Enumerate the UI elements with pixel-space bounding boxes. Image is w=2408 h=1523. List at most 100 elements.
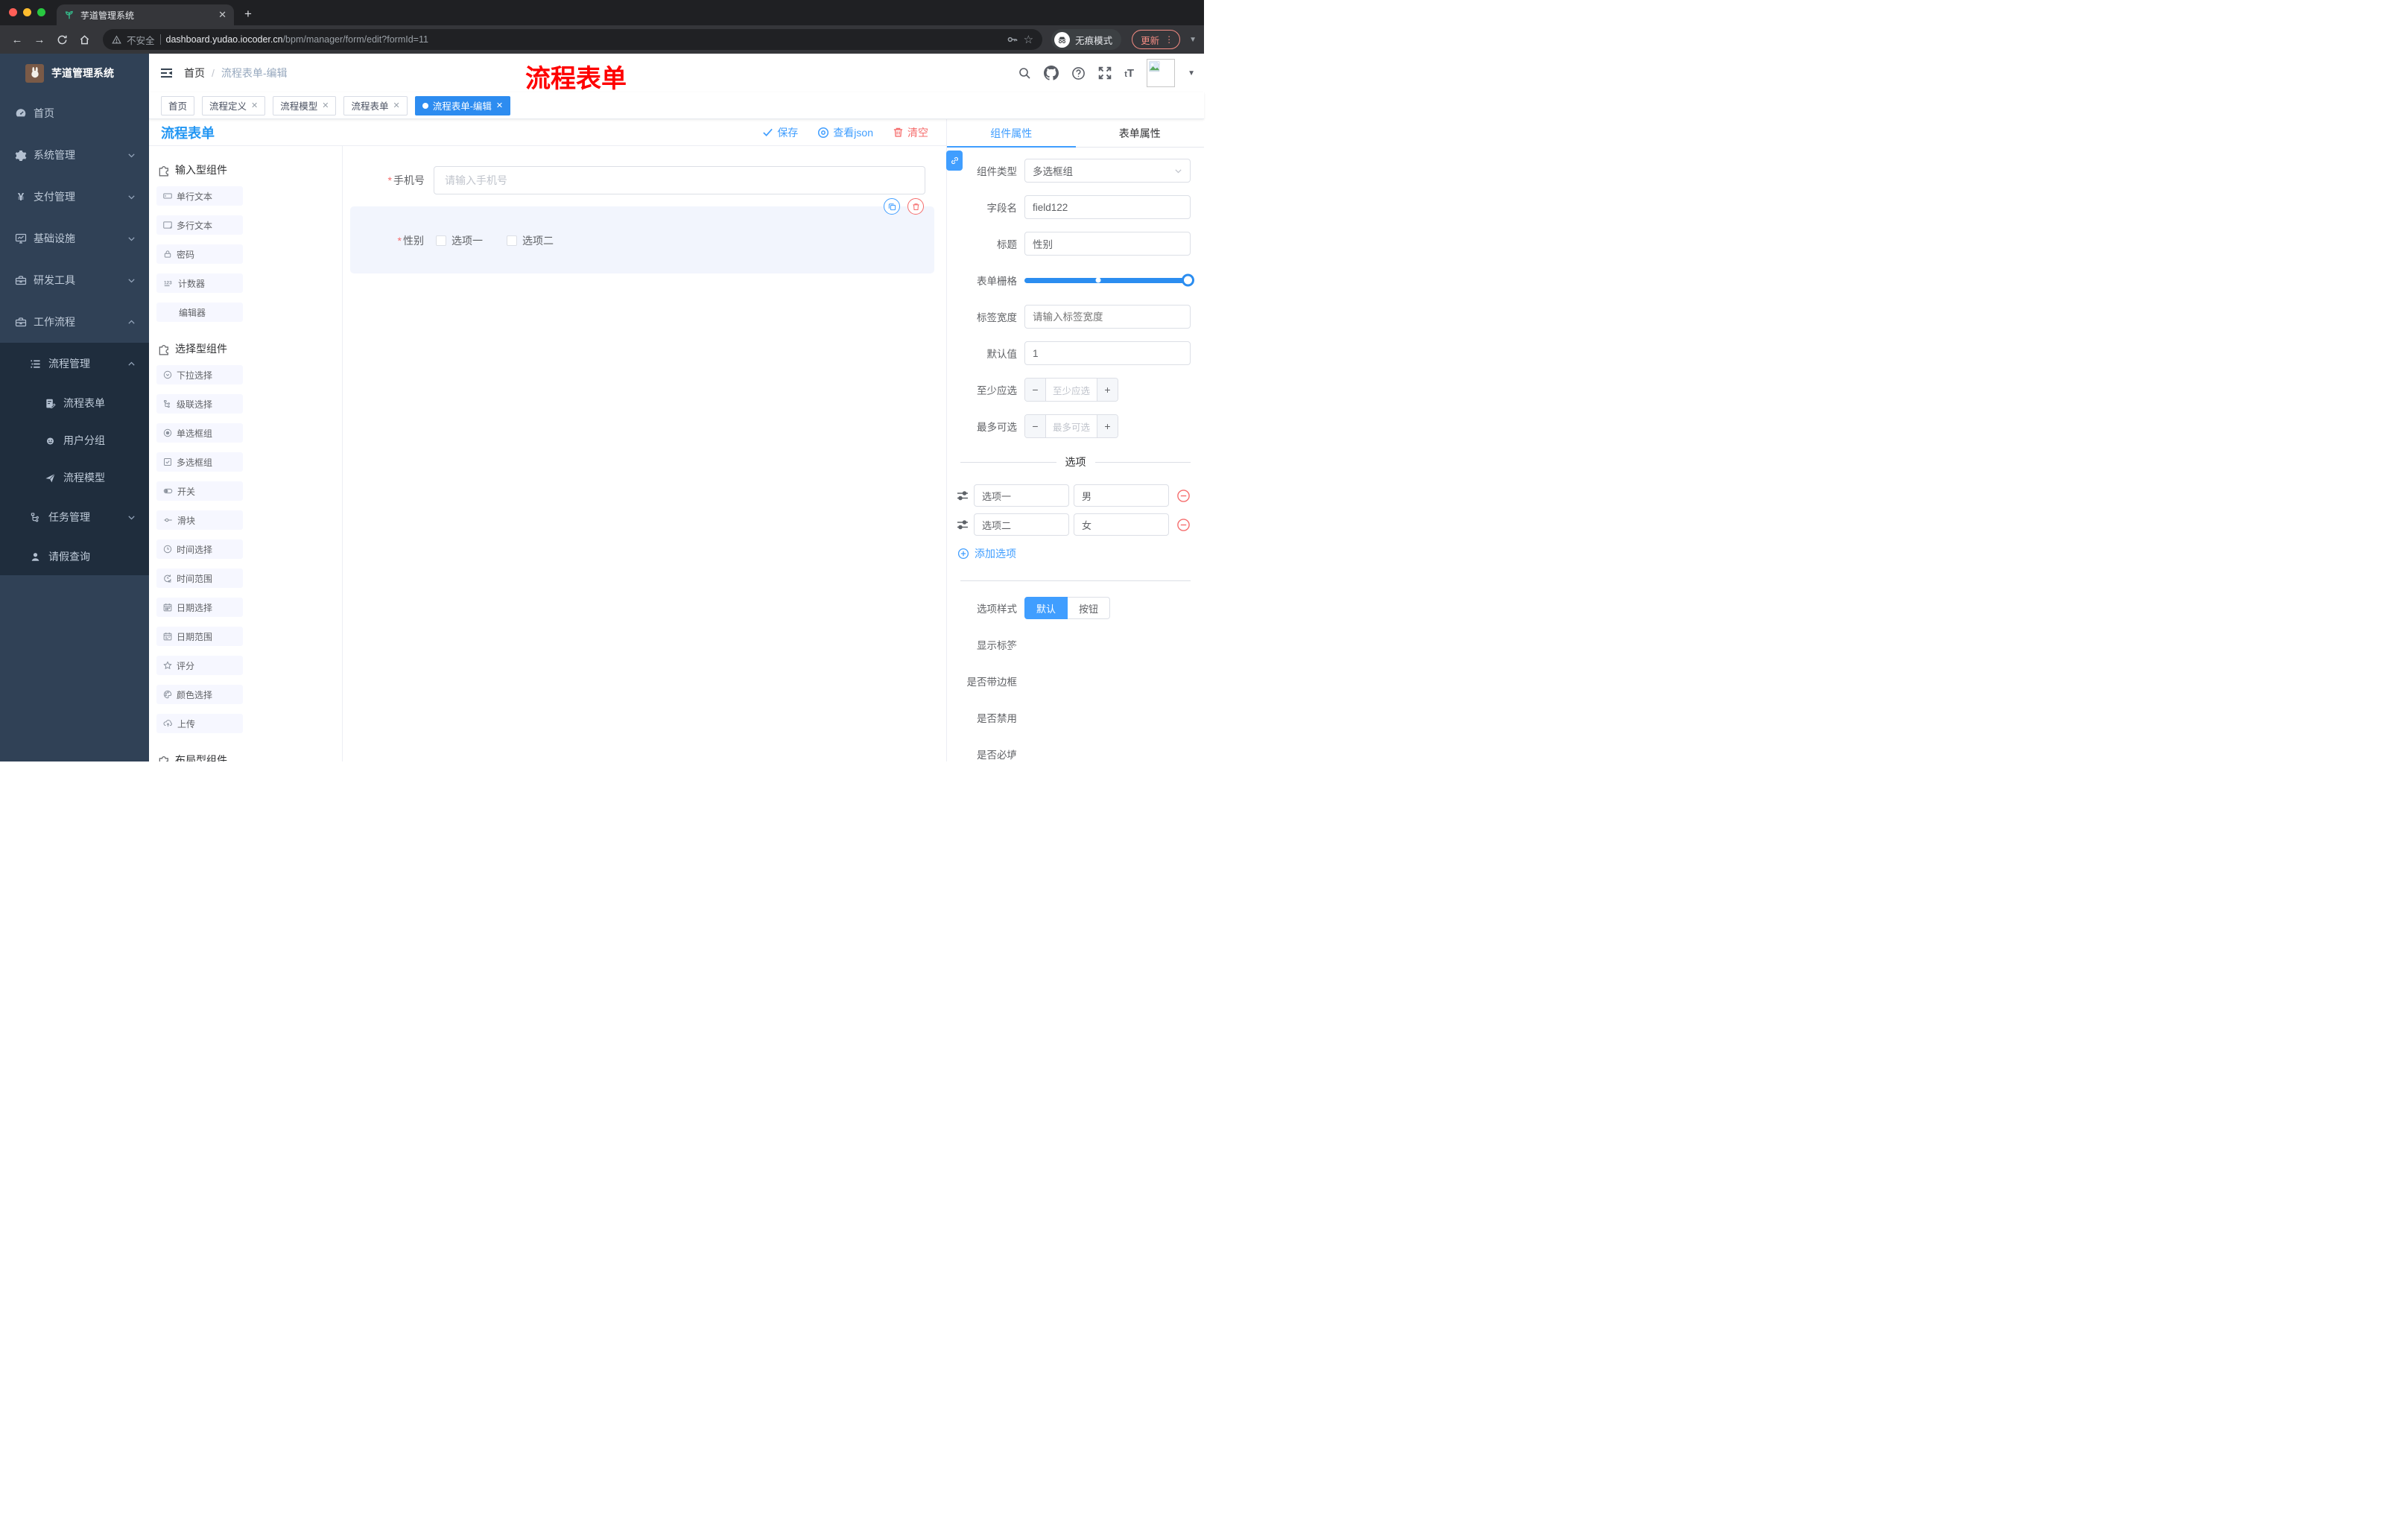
add-option-button[interactable]: 添加选项 <box>957 546 1204 561</box>
github-icon[interactable] <box>1044 66 1059 80</box>
sidebar-item-home[interactable]: 首页 <box>0 92 149 134</box>
update-button[interactable]: 更新 ⋮ <box>1132 30 1181 49</box>
sidebar-fold-icon[interactable] <box>159 67 174 79</box>
avatar[interactable] <box>1147 59 1176 87</box>
component-time-picker[interactable]: 时间选择 <box>156 539 243 559</box>
gender-option-2[interactable]: 选项二 <box>507 233 554 248</box>
component-select[interactable]: 下拉选择 <box>156 365 243 384</box>
sidebar-item-infra[interactable]: 基础设施 <box>0 218 149 259</box>
sidebar-item-pay[interactable]: ¥ 支付管理 <box>0 176 149 218</box>
tag-close-icon[interactable]: ✕ <box>322 101 329 110</box>
component-password[interactable]: 密码 <box>156 244 243 264</box>
component-single-text[interactable]: 单行文本 <box>156 186 243 206</box>
tag-close-icon[interactable]: ✕ <box>251 101 258 110</box>
tag-process-def[interactable]: 流程定义 ✕ <box>202 95 266 115</box>
tag-process-form[interactable]: 流程表单 ✕ <box>343 95 408 115</box>
tab-component-props[interactable]: 组件属性 <box>947 119 1076 147</box>
component-slider[interactable]: 滑块 <box>156 510 243 530</box>
link-handle-button[interactable] <box>946 151 963 171</box>
browser-tab[interactable]: 芋道管理系统 ✕ <box>57 4 234 25</box>
component-color-picker[interactable]: 颜色选择 <box>156 685 243 704</box>
component-counter[interactable]: 123 计数器 <box>156 273 243 293</box>
search-icon[interactable] <box>1018 66 1031 80</box>
profile-chevron-icon[interactable]: ▼ <box>1189 36 1197 44</box>
option-value-input[interactable] <box>1074 513 1169 536</box>
save-button[interactable]: 保存 <box>762 125 798 140</box>
sidebar-item-devtools[interactable]: 研发工具 <box>0 259 149 301</box>
slider-handle[interactable] <box>1182 273 1194 287</box>
close-window-icon[interactable] <box>9 8 17 16</box>
checkbox-icon[interactable] <box>436 235 446 246</box>
checkbox-icon[interactable] <box>507 235 517 246</box>
tab-close-icon[interactable]: ✕ <box>218 9 226 21</box>
avatar-caret-icon[interactable]: ▼ <box>1188 69 1195 77</box>
tag-home[interactable]: 首页 <box>161 95 195 115</box>
tag-process-form-edit[interactable]: 流程表单-编辑 ✕ <box>414 95 511 115</box>
minus-button[interactable]: − <box>1025 415 1046 437</box>
component-editor[interactable]: 编辑器 <box>156 303 243 322</box>
sidebar-item-leave-query[interactable]: 请假查询 <box>0 538 149 575</box>
option-value-input[interactable] <box>1074 484 1169 507</box>
plus-button[interactable]: + <box>1097 415 1118 437</box>
sidebar-logo[interactable]: 芋道管理系统 <box>0 54 149 92</box>
component-upload[interactable]: 上传 <box>156 714 243 733</box>
component-type-select[interactable]: 多选框组 <box>1024 159 1191 183</box>
reload-icon[interactable] <box>52 30 72 49</box>
form-grid-slider[interactable] <box>1024 273 1194 287</box>
default-value-input[interactable] <box>1024 341 1191 365</box>
form-canvas[interactable]: * 手机号 请输入手机号 * 性别 选项一 选项二 <box>343 146 946 762</box>
tab-form-props[interactable]: 表单属性 <box>1076 119 1205 147</box>
style-default-button[interactable]: 默认 <box>1024 597 1068 619</box>
style-button-button[interactable]: 按钮 <box>1068 597 1111 619</box>
home-icon[interactable] <box>75 30 94 49</box>
maximize-window-icon[interactable] <box>37 8 45 16</box>
back-icon[interactable]: ← <box>7 30 27 49</box>
component-multi-text[interactable]: 多行文本 <box>156 215 243 235</box>
browser-menu-icon[interactable]: ⋮ <box>1165 34 1173 45</box>
password-key-icon[interactable] <box>1007 34 1018 45</box>
help-icon[interactable] <box>1071 66 1086 80</box>
clear-button[interactable]: 清空 <box>893 125 928 140</box>
view-json-button[interactable]: 查看json <box>817 125 873 140</box>
sidebar-item-user-group[interactable]: 用户分组 <box>0 422 149 459</box>
tag-close-icon[interactable]: ✕ <box>496 101 503 110</box>
drag-handle-icon[interactable] <box>956 519 969 531</box>
window-controls[interactable] <box>9 8 45 16</box>
sidebar-item-process-mgmt[interactable]: 流程管理 <box>0 343 149 384</box>
tag-process-model[interactable]: 流程模型 ✕ <box>273 95 337 115</box>
sidebar-item-task-mgmt[interactable]: 任务管理 <box>0 496 149 538</box>
max-select-input[interactable]: 最多可选 <box>1046 415 1097 437</box>
minus-button[interactable]: − <box>1025 379 1046 401</box>
option-label-input[interactable] <box>974 513 1069 536</box>
delete-field-button[interactable] <box>907 198 924 215</box>
new-tab-button[interactable]: + <box>244 7 252 22</box>
component-rate[interactable]: 评分 <box>156 656 243 675</box>
component-switch[interactable]: 开关 <box>156 481 243 501</box>
minimize-window-icon[interactable] <box>23 8 31 16</box>
component-time-range[interactable]: 时间范围 <box>156 569 243 588</box>
remove-option-button[interactable] <box>1176 489 1191 503</box>
sidebar-item-process-form[interactable]: 流程表单 <box>0 384 149 422</box>
component-checkbox-group[interactable]: 多选框组 <box>156 452 243 472</box>
min-select-input[interactable]: 至少应选 <box>1046 379 1097 401</box>
label-width-input[interactable] <box>1024 305 1191 329</box>
component-date-picker[interactable]: 日期选择 <box>156 598 243 617</box>
fullscreen-icon[interactable] <box>1098 66 1112 80</box>
sidebar-item-workflow[interactable]: 工作流程 <box>0 301 149 343</box>
field-name-input[interactable] <box>1024 195 1191 219</box>
bookmark-star-icon[interactable]: ☆ <box>1024 33 1033 46</box>
canvas-field-phone[interactable]: * 手机号 请输入手机号 <box>343 166 946 194</box>
sidebar-item-process-model[interactable]: 流程模型 <box>0 459 149 496</box>
gender-option-1[interactable]: 选项一 <box>436 233 483 248</box>
component-radio-group[interactable]: 单选框组 <box>156 423 243 443</box>
phone-input[interactable]: 请输入手机号 <box>434 166 925 194</box>
remove-option-button[interactable] <box>1176 518 1191 532</box>
address-bar[interactable]: 不安全 dashboard.yudao.iocoder.cn/bpm/manag… <box>103 29 1043 50</box>
canvas-field-gender-selected[interactable]: * 性别 选项一 选项二 <box>350 198 934 273</box>
url-text[interactable]: dashboard.yudao.iocoder.cn/bpm/manager/f… <box>166 34 428 45</box>
drag-handle-icon[interactable] <box>956 490 969 501</box>
option-label-input[interactable] <box>974 484 1069 507</box>
tag-close-icon[interactable]: ✕ <box>393 101 400 110</box>
font-size-icon[interactable]: tT <box>1124 67 1134 80</box>
duplicate-field-button[interactable] <box>884 198 900 215</box>
